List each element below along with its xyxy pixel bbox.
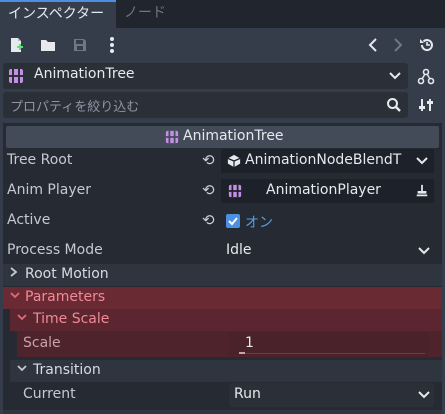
assign-node-icon[interactable]: [414, 183, 430, 199]
tab-node[interactable]: ノード: [116, 0, 174, 28]
history-forward-icon[interactable]: [391, 37, 405, 53]
recent-history-icon[interactable]: [418, 36, 436, 54]
next-section-edge: [3, 410, 442, 414]
anim-player-node-picker[interactable]: AnimationPlayer: [221, 179, 434, 203]
scale-property-row: Scale 1: [17, 331, 442, 357]
search-icon: [386, 97, 402, 113]
section-transition-label: Transition: [33, 362, 101, 378]
new-resource-icon[interactable]: [8, 37, 24, 53]
tree-root-resource-picker[interactable]: AnimationNodeBlendT: [221, 149, 434, 173]
sort-properties-icon[interactable]: [417, 96, 435, 114]
chevron-down-icon: [417, 390, 431, 400]
tree-root-value: AnimationNodeBlendT: [245, 152, 402, 168]
section-root-motion-label: Root Motion: [25, 266, 109, 282]
class-header: AnimationTree: [6, 126, 439, 148]
current-value: Run: [234, 386, 261, 402]
filter-row: プロパティを絞り込む: [0, 92, 445, 118]
chevron-down-icon: [417, 246, 431, 256]
section-root-motion[interactable]: Root Motion: [3, 264, 442, 286]
property-filter-input[interactable]: プロパティを絞り込む: [3, 92, 408, 118]
load-resource-icon[interactable]: [40, 37, 56, 53]
section-transition[interactable]: Transition: [10, 360, 442, 382]
property-label-current: Current: [23, 386, 76, 402]
section-time-scale[interactable]: Time Scale: [10, 309, 442, 331]
property-label-scale: Scale: [23, 335, 61, 351]
more-options-icon[interactable]: [104, 36, 120, 54]
filter-placeholder: プロパティを絞り込む: [10, 100, 140, 115]
history-back-icon[interactable]: [366, 37, 380, 53]
class-header-title: AnimationTree: [183, 128, 284, 144]
current-state-dropdown[interactable]: Run: [229, 383, 434, 407]
process-mode-value: Idle: [226, 242, 252, 258]
node-selector-icon[interactable]: [416, 67, 436, 87]
scale-slider-input[interactable]: 1: [229, 332, 429, 356]
animation-tree-node-icon: [164, 129, 180, 145]
animation-tree-node-icon: [7, 67, 25, 85]
active-value: オン: [245, 215, 273, 231]
checkbox-checked-icon: [226, 214, 240, 228]
chevron-down-icon: [9, 289, 21, 304]
section-parameters-label: Parameters: [25, 289, 106, 305]
animation-player-icon: [227, 183, 243, 199]
active-checkbox[interactable]: オン: [221, 209, 434, 233]
inspector-toolbar: [0, 28, 445, 62]
tab-inspector[interactable]: インスペクター: [0, 0, 116, 28]
chevron-down-icon: [388, 69, 402, 83]
object-selector[interactable]: AnimationTree: [3, 63, 408, 89]
scale-value: 1: [245, 335, 254, 351]
chevron-right-icon: [10, 266, 18, 281]
slider-track: [245, 353, 425, 354]
revert-icon[interactable]: ⟲: [202, 211, 215, 229]
chevron-down-icon: [415, 156, 429, 166]
chevron-down-icon: [16, 311, 28, 326]
revert-icon[interactable]: ⟲: [202, 151, 215, 169]
chevron-down-icon: [16, 362, 28, 377]
object-name: AnimationTree: [34, 66, 135, 82]
resource-cube-icon: [226, 153, 242, 169]
property-label-anim-player: Anim Player: [7, 182, 91, 198]
process-mode-dropdown[interactable]: Idle: [221, 239, 434, 263]
object-selector-row: AnimationTree: [0, 63, 445, 89]
section-parameters[interactable]: Parameters: [3, 287, 442, 309]
revert-icon[interactable]: ⟲: [202, 181, 215, 199]
property-label-process-mode: Process Mode: [7, 242, 103, 258]
property-label-tree-root: Tree Root: [7, 152, 73, 168]
dock-tab-bar: インスペクター ノード: [0, 0, 445, 28]
inspector-properties: AnimationTree Tree Root ⟲ AnimationNodeB…: [3, 123, 442, 414]
anim-player-value: AnimationPlayer: [266, 182, 381, 198]
property-label-active: Active: [7, 212, 51, 228]
section-time-scale-label: Time Scale: [33, 311, 110, 327]
save-resource-icon[interactable]: [72, 37, 88, 53]
